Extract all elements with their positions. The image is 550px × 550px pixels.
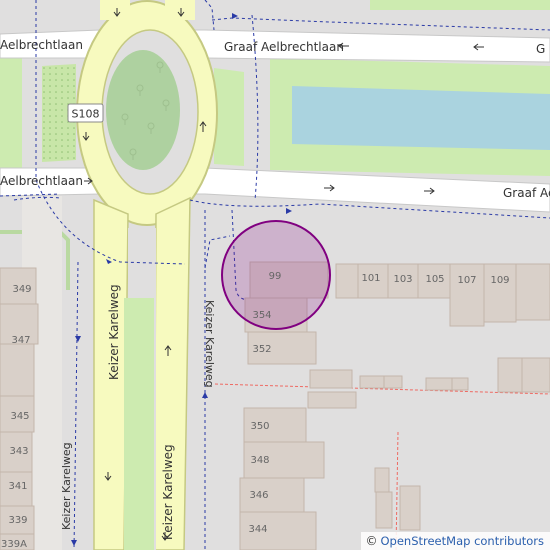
street-label-graaf-south-left: Aelbrechtlaan bbox=[0, 174, 83, 188]
house-number: 107 bbox=[457, 275, 476, 286]
house-number: 345 bbox=[10, 411, 29, 422]
house-number: 105 bbox=[425, 274, 444, 285]
map-tiles: Aelbrechtlaan Graaf Aelbrechtlaan G Aelb… bbox=[0, 0, 550, 550]
house-number: 349 bbox=[12, 284, 31, 295]
street-label-keizer-bottom: Keizer Karelweg bbox=[60, 442, 73, 530]
house-number: 109 bbox=[490, 275, 509, 286]
house-number: 339 bbox=[8, 515, 27, 526]
grass-area bbox=[370, 0, 550, 10]
street-label-keizer-east: Keizer Karelweg bbox=[161, 444, 175, 540]
house-number: 354 bbox=[252, 310, 271, 321]
house-number: 347 bbox=[11, 335, 30, 346]
house-number: 348 bbox=[250, 455, 269, 466]
house-number: 341 bbox=[8, 481, 27, 492]
osm-contributors-link[interactable]: OpenStreetMap contributors bbox=[380, 534, 544, 548]
route-shield-label: S108 bbox=[72, 108, 100, 121]
street-label-graaf-south: Graaf Ae bbox=[503, 186, 550, 200]
house-number: 343 bbox=[9, 446, 28, 457]
house-number: 99 bbox=[269, 271, 282, 282]
water-pond bbox=[292, 86, 550, 150]
house-number: 101 bbox=[361, 273, 380, 284]
route-shield: S108 bbox=[67, 103, 104, 123]
median-grass bbox=[124, 298, 154, 550]
map-canvas[interactable]: Aelbrechtlaan Graaf Aelbrechtlaan G Aelb… bbox=[0, 0, 550, 550]
street-label-keizer-right: Keizer Karelweg bbox=[203, 300, 216, 388]
street-label-graaf-north-left: Aelbrechtlaan bbox=[0, 38, 83, 52]
street-label-graaf-north-edge: G bbox=[536, 42, 545, 56]
house-number: 103 bbox=[393, 274, 412, 285]
house-number: 346 bbox=[249, 490, 268, 501]
house-number: 350 bbox=[250, 421, 269, 432]
house-number: 339A bbox=[1, 539, 27, 550]
roundabout-park bbox=[106, 50, 180, 170]
grass-area-right bbox=[214, 68, 244, 166]
road-arm bbox=[100, 0, 130, 20]
grass-area-left bbox=[0, 52, 22, 170]
house-number: 352 bbox=[252, 344, 271, 355]
copyright-symbol: © bbox=[365, 534, 378, 548]
map-attribution: © OpenStreetMap contributors bbox=[361, 532, 550, 550]
street-label-graaf-north: Graaf Aelbrechtlaan bbox=[224, 40, 344, 54]
street-label-keizer-west: Keizer Karelweg bbox=[107, 284, 121, 380]
house-number: 344 bbox=[248, 524, 267, 535]
road-arm bbox=[165, 0, 195, 20]
